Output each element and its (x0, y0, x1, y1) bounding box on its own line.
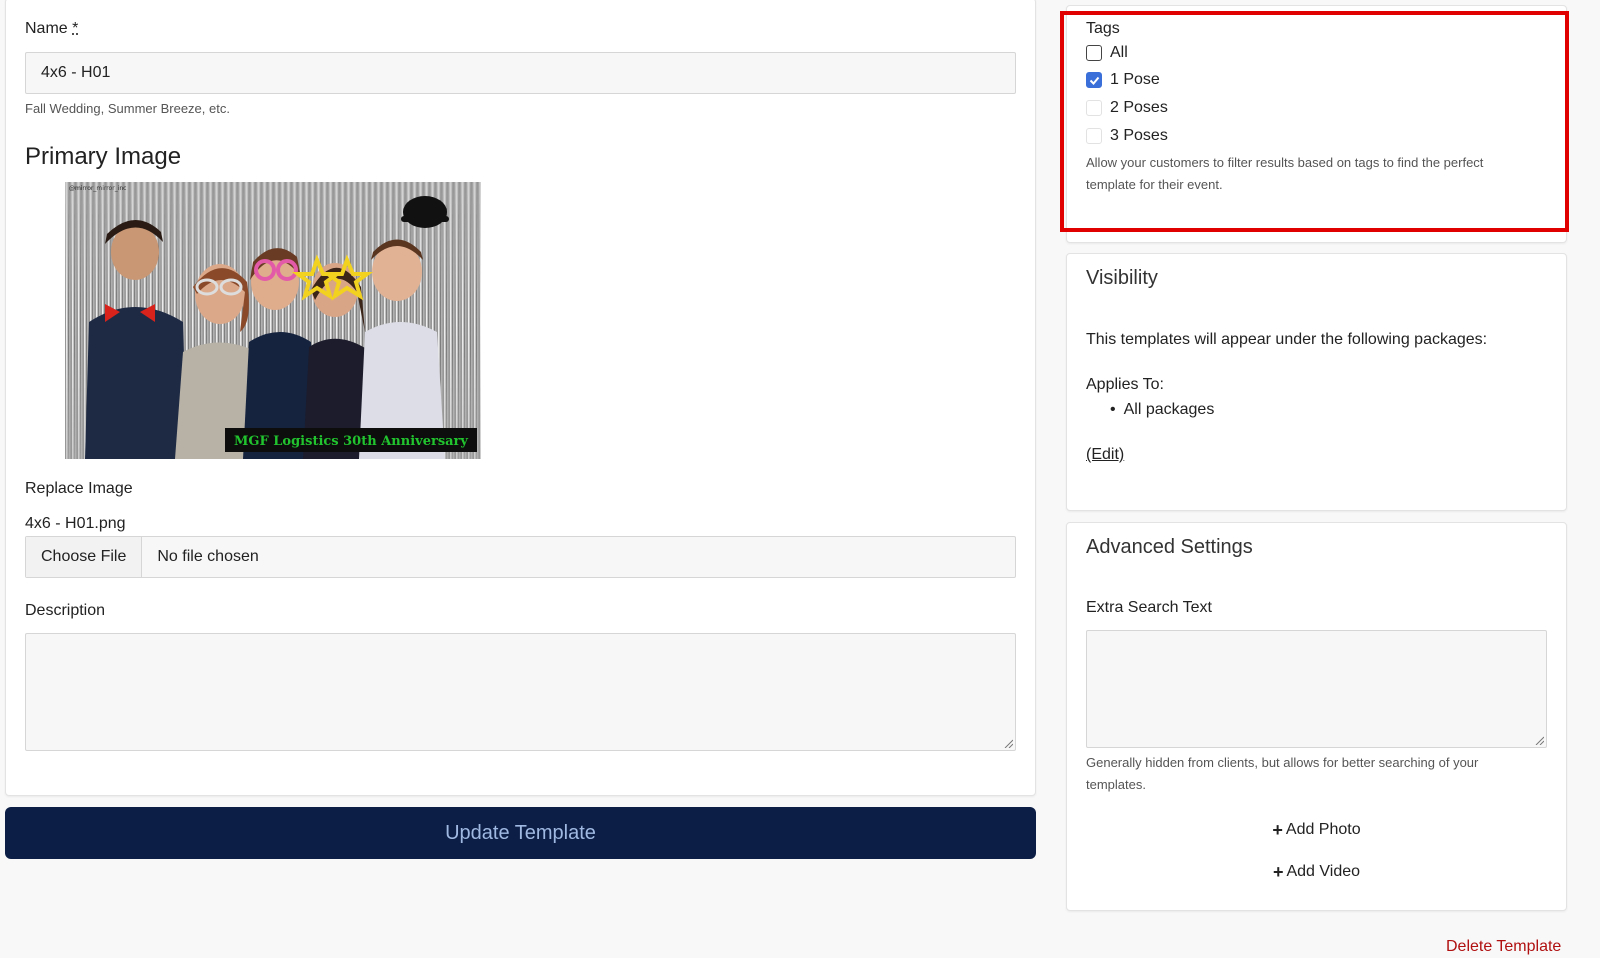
file-input[interactable]: Choose File No file chosen (25, 536, 1016, 578)
name-input[interactable]: 4x6 - H01 (25, 52, 1016, 94)
add-photo-button[interactable]: + Add Photo (1066, 818, 1567, 842)
update-template-button[interactable]: Update Template (5, 807, 1036, 859)
plus-icon: + (1272, 861, 1284, 882)
extra-search-help-line1: Generally hidden from clients, but allow… (1086, 755, 1479, 770)
visibility-description: This templates will appear under the fol… (1086, 331, 1488, 348)
applies-to-label: Applies To: (1086, 376, 1164, 393)
tag-1-pose-label: 1 Pose (1110, 71, 1160, 88)
extra-search-help: Generally hidden from clients, but allow… (1086, 752, 1556, 796)
primary-image: MGF Logistics 30th Anniversary @mirror_m… (65, 182, 481, 459)
name-help-text: Fall Wedding, Summer Breeze, etc. (25, 101, 230, 116)
file-status-text: No file chosen (157, 548, 259, 565)
name-label-text: Name (25, 20, 68, 37)
required-marker: * (72, 20, 79, 37)
advanced-settings-heading: Advanced Settings (1086, 536, 1253, 558)
tags-heading: Tags (1086, 20, 1120, 37)
name-label: Name * (25, 20, 78, 38)
description-textarea[interactable] (25, 633, 1016, 751)
tags-highlight-box (1060, 11, 1569, 232)
name-input-value: 4x6 - H01 (41, 64, 111, 81)
extra-search-label: Extra Search Text (1086, 599, 1212, 616)
photo-booth-image-illustration: MGF Logistics 30th Anniversary @mirror_m… (65, 182, 481, 459)
image-watermark: @mirror_mirror_inc (69, 185, 126, 192)
resize-handle-icon[interactable] (1534, 735, 1544, 745)
tags-help-line1: Allow your customers to filter results b… (1086, 155, 1484, 170)
extra-search-textarea[interactable] (1086, 630, 1547, 748)
tag-2-poses[interactable]: 2 Poses (1086, 99, 1168, 117)
tags-help-text: Allow your customers to filter results b… (1086, 152, 1556, 196)
description-label: Description (25, 602, 106, 619)
checkmark-icon (1089, 76, 1099, 85)
tag-1-pose[interactable]: 1 Pose (1086, 71, 1160, 89)
current-file-name: 4x6 - H01.png (25, 515, 126, 532)
add-photo-label: Add Photo (1285, 821, 1361, 838)
package-list-item: • All packages (1110, 401, 1214, 419)
tag-1-pose-checkbox[interactable] (1086, 72, 1102, 88)
image-banner-text: MGF Logistics 30th Anniversary (234, 434, 468, 449)
tag-2-poses-label: 2 Poses (1110, 99, 1168, 116)
choose-file-button[interactable]: Choose File (26, 537, 143, 577)
tag-3-poses-label: 3 Poses (1110, 127, 1168, 144)
replace-image-label: Replace Image (25, 480, 133, 497)
tags-help-line2: template for their event. (1086, 177, 1223, 192)
package-name: All packages (1123, 401, 1215, 418)
add-video-label: Add Video (1286, 863, 1361, 880)
resize-handle-icon[interactable] (1003, 738, 1013, 748)
visibility-heading: Visibility (1086, 267, 1158, 289)
primary-image-heading: Primary Image (25, 143, 182, 170)
tag-3-poses[interactable]: 3 Poses (1086, 127, 1168, 145)
tag-3-poses-checkbox[interactable] (1086, 128, 1102, 144)
plus-icon: + (1272, 819, 1283, 840)
tag-all-label: All (1110, 44, 1128, 61)
extra-search-help-line2: templates. (1086, 777, 1146, 792)
tag-2-poses-checkbox[interactable] (1086, 100, 1102, 116)
bullet-icon: • (1110, 401, 1116, 418)
tag-all[interactable]: All (1086, 44, 1128, 62)
visibility-edit-link[interactable]: (Edit) (1086, 446, 1124, 464)
delete-template-link[interactable]: Delete Template (1446, 938, 1561, 956)
add-video-button[interactable]: + Add Video (1066, 860, 1567, 884)
tag-all-checkbox[interactable] (1086, 45, 1102, 61)
